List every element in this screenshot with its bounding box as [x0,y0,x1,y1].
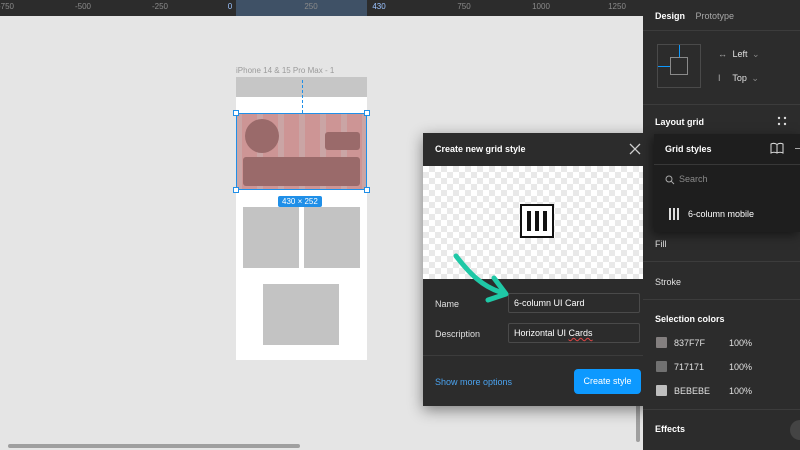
description-value: Horizontal UI [514,328,569,338]
selected-card-group[interactable] [236,113,367,190]
size-badge: 430 × 252 [278,196,322,207]
color-opacity[interactable]: 100% [729,386,752,396]
pill-shape[interactable] [325,132,360,150]
library-book-icon[interactable] [770,142,784,154]
constraint-top-line[interactable] [679,45,680,57]
spacing-guide [302,80,303,113]
ruler-tick: -750 [0,2,15,11]
grid-styles-title: Grid styles [665,144,712,154]
color-hex[interactable]: BEBEBE [674,386,710,396]
placeholder-card[interactable] [243,207,299,268]
columns-grid-icon [669,208,679,220]
popover-divider [654,164,800,165]
resize-handle-bl[interactable] [233,187,239,193]
constraint-square [670,57,688,75]
card-bar-shape[interactable] [243,157,360,186]
ruler-selection-highlight [236,0,367,16]
spellcheck-word: Cards [568,328,593,338]
show-more-options-link[interactable]: Show more options [435,377,512,387]
panel-divider [643,409,800,410]
stroke-title: Stroke [655,277,682,287]
grid-styles-search-input[interactable]: Search [679,174,708,184]
constraint-left-line[interactable] [658,66,670,67]
ruler-tick: 1000 [532,2,550,11]
color-hex[interactable]: 837F7F [674,338,705,348]
panel-tabs: Design Prototype [655,11,742,21]
panel-divider [643,30,800,31]
color-swatch[interactable] [656,361,667,372]
search-icon [665,175,675,185]
resize-handle-tl[interactable] [233,110,239,116]
chevron-down-icon: ⌄ [751,73,759,83]
close-icon[interactable] [626,140,644,158]
dialog-divider [423,355,654,356]
placeholder-card[interactable] [304,207,360,268]
horizontal-arrows-icon: ↔ [718,49,727,59]
ruler-tick: -500 [74,2,92,11]
horizontal-constraint-select[interactable]: ↔ Left ⌄ [718,49,760,60]
color-hex[interactable]: 717171 [674,362,704,372]
horizontal-scrollbar[interactable] [8,444,300,448]
ruler-tick: 250 [304,2,318,11]
selection-colors-title: Selection colors [655,314,725,324]
grid-style-item[interactable]: 6-column mobile [688,209,754,219]
panel-divider [643,299,800,300]
fill-title: Fill [655,239,667,249]
ruler-tick: 0 [227,2,233,11]
color-swatch[interactable] [656,385,667,396]
vertical-constraint-value: Top [732,73,747,83]
panel-divider [643,104,800,105]
grid-styles-popover: Grid styles Search 6-column mobile [654,134,800,232]
color-swatch[interactable] [656,337,667,348]
panel-divider [643,261,800,262]
description-label: Description [435,329,481,339]
ruler-tick: 430 [372,2,386,11]
minus-icon[interactable] [795,148,800,149]
vertical-bar-icon: I [718,73,721,83]
layout-grid-icon [520,204,554,238]
name-field[interactable]: 6-column UI Card [508,293,640,313]
resize-handle-tr[interactable] [364,110,370,116]
ruler-tick: -250 [151,2,169,11]
constraints-widget[interactable] [657,44,701,88]
placeholder-card[interactable] [263,284,339,345]
vertical-constraint-select[interactable]: I Top ⌄ [718,73,759,84]
avatar-circle[interactable] [245,119,279,153]
tab-prototype[interactable]: Prototype [696,11,735,21]
dialog-header: Create new grid style [423,133,654,166]
resize-handle-br[interactable] [364,187,370,193]
annotation-arrow-icon [453,253,509,303]
grid-dots-icon[interactable] [777,116,787,126]
layout-grid-title: Layout grid [655,117,704,127]
color-opacity[interactable]: 100% [729,338,752,348]
color-opacity[interactable]: 100% [729,362,752,372]
effects-title: Effects [655,424,686,434]
dialog-title: Create new grid style [435,144,526,154]
description-field[interactable]: Horizontal UI Cards [508,323,640,343]
ruler-tick: 750 [457,2,471,11]
horizontal-constraint-value: Left [732,49,748,59]
ruler-tick: 1250 [608,2,626,11]
create-style-button[interactable]: Create style [574,369,641,394]
chevron-down-icon: ⌄ [752,49,760,59]
tab-design[interactable]: Design [655,11,685,21]
frame-label[interactable]: iPhone 14 & 15 Pro Max - 1 [236,66,334,75]
top-ruler: -750 -500 -250 0 250 430 750 1000 1250 [0,0,643,16]
name-value: 6-column UI Card [514,298,585,308]
